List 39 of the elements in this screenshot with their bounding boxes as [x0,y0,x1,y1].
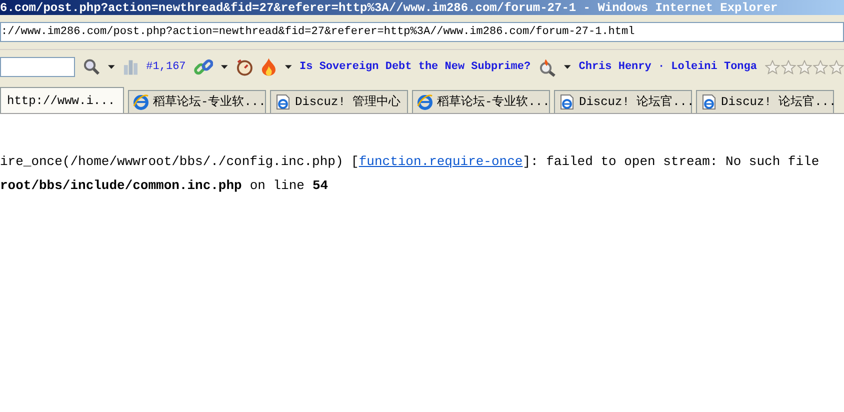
star-icon[interactable] [812,60,828,74]
url-text: ://www.im286.com/post.php?action=newthread&fid=27&referer=http%3A//www.im286.com/forum-27-1.html [1,24,635,40]
search-field[interactable] [0,57,75,77]
dropdown-arrow-icon[interactable] [108,65,115,69]
dropdown-arrow-icon[interactable] [221,65,228,69]
page-icon [275,94,291,110]
names-link[interactable]: Chris Henry · Loleini Tonga [578,58,757,76]
window-title: 6.com/post.php?action=newthread&fid=27&referer=http%3A//www.im286.com/forum-27-1 - Windows Internet Explorer [0,0,778,15]
search-icon[interactable] [82,58,100,76]
star-icon[interactable] [796,60,812,74]
flame-icon[interactable] [261,58,277,76]
ie-icon [133,94,149,110]
browser-tab[interactable]: 稻草论坛-专业软... [128,90,266,113]
function-link[interactable]: function.require-once [358,154,523,169]
stopwatch-icon[interactable] [236,58,254,76]
link-icon[interactable] [194,57,214,77]
bar-chart-icon[interactable] [122,59,138,75]
magnifier-flame-icon[interactable] [538,57,556,77]
line-number: 54 [312,176,328,194]
dropdown-arrow-icon[interactable] [284,65,292,69]
address-field[interactable]: ://www.im286.com/post.php?action=newthread&fid=27&referer=http%3A//www.im286.com/forum-27-1.html [0,22,844,42]
ie-icon [417,94,433,110]
headline-link[interactable]: Is Sovereign Debt the New Subprime? [300,58,531,76]
file-path: root/bbs/include/common.inc.php [0,176,242,194]
browser-tab[interactable]: http://www.i... [0,87,124,113]
rank-text[interactable]: #1,167 [146,58,186,76]
browser-tab[interactable]: Discuz! 论坛官... [696,90,834,113]
star-icon[interactable] [764,60,780,74]
star-rating[interactable] [764,60,844,74]
browser-tab[interactable]: Discuz! 管理中心 [270,90,408,113]
page-icon [701,94,717,110]
star-icon[interactable] [780,60,796,74]
error-message: ire_once(/home/wwwroot/bbs/./config.inc.php) [function.require-once]: failed to open stream: No such file [0,153,820,171]
page-icon [559,94,575,110]
dropdown-arrow-icon[interactable] [564,65,571,69]
star-icon[interactable] [828,60,844,74]
browser-tab[interactable]: 稻草论坛-专业软... [412,90,550,113]
line-label: on line [250,176,304,194]
browser-tab[interactable]: Discuz! 论坛官... [554,90,692,113]
